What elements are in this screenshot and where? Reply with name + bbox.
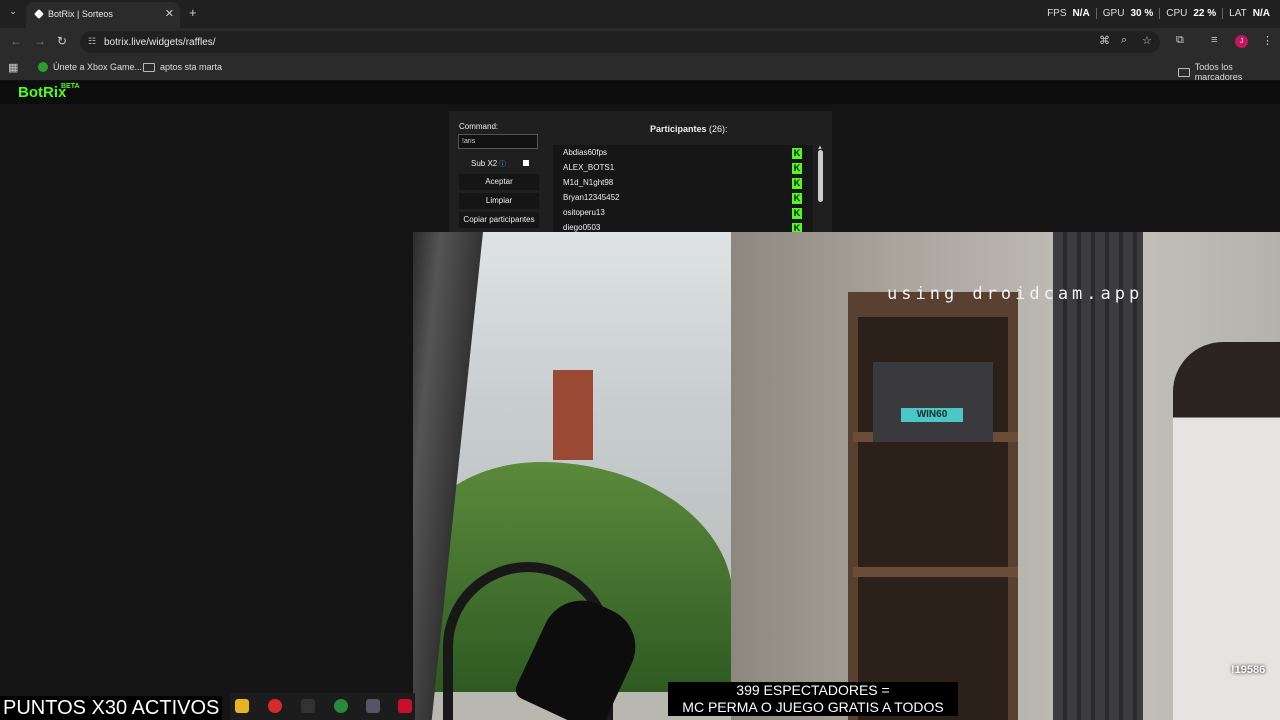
favicon-icon bbox=[34, 9, 44, 19]
zoom-icon[interactable]: ⌕ bbox=[1121, 34, 1127, 47]
close-tab-icon[interactable]: ✕ bbox=[165, 7, 174, 20]
url-text: botrix.live/widgets/raffles/ bbox=[104, 37, 216, 48]
fps-value: N/A bbox=[1072, 8, 1090, 19]
folder-icon bbox=[143, 62, 155, 72]
kick-icon: K bbox=[792, 178, 802, 189]
apps-grid-icon[interactable]: ▦ bbox=[8, 61, 18, 74]
bookmark-folder-aptos[interactable]: aptos sta marta bbox=[143, 62, 222, 72]
command-input[interactable] bbox=[458, 134, 538, 149]
tab-search-icon[interactable]: ⌄ bbox=[6, 6, 20, 20]
chrome-icon[interactable] bbox=[334, 699, 348, 713]
promo-line-1: 399 ESPECTADORES = bbox=[736, 682, 890, 698]
avatar[interactable]: J bbox=[1235, 35, 1248, 48]
building bbox=[553, 370, 593, 460]
cpu-value: 22 % bbox=[1193, 8, 1217, 19]
bookmark-xbox[interactable]: Únete a Xbox Game... bbox=[38, 62, 142, 72]
menu-icon[interactable]: ⋮ bbox=[1262, 34, 1273, 47]
list-item: Abdias60fps bbox=[563, 148, 608, 157]
sub-x2-label: Sub X2 bbox=[471, 159, 498, 168]
tab-strip: ⌄ BotRix | Sorteos ✕ + FPS N/A GPU 30 % CP… bbox=[0, 0, 1280, 28]
bookmarks-bar: ▦ Únete a Xbox Game... aptos sta marta T… bbox=[0, 56, 1280, 82]
new-tab-button[interactable]: + bbox=[189, 5, 197, 20]
back-icon[interactable]: ← bbox=[10, 34, 22, 48]
reload-icon[interactable]: ↻ bbox=[57, 34, 67, 48]
promo-banner: 399 ESPECTADORES = MC PERMA O JUEGO GRAT… bbox=[668, 682, 958, 716]
participants-list: Abdias60fps K ALEX_BOTS1 K M1d_N1ght98 K Br… bbox=[553, 145, 813, 233]
cpu-label: CPU bbox=[1166, 8, 1188, 19]
list-item: diego0503 bbox=[563, 223, 601, 232]
lat-label: LAT bbox=[1229, 8, 1247, 19]
file-explorer-icon[interactable] bbox=[235, 699, 249, 713]
extensions-icon[interactable]: ⧉ bbox=[1176, 34, 1184, 47]
gpu-value: 30 % bbox=[1130, 8, 1154, 19]
participants-title-label: Participantes bbox=[650, 124, 707, 134]
folder-icon bbox=[1178, 67, 1190, 77]
gpu-label: GPU bbox=[1102, 8, 1125, 19]
divider bbox=[1159, 8, 1161, 19]
bookmark-label: Únete a Xbox Game... bbox=[53, 62, 143, 72]
browser-toolbar: ← → ↻ ☷ botrix.live/widgets/raffles/ ⌘ ⌕… bbox=[0, 28, 1280, 56]
media-icon[interactable]: ≡ bbox=[1211, 34, 1217, 46]
participants-count: (26): bbox=[709, 124, 728, 134]
kick-icon: K bbox=[792, 193, 802, 204]
beta-badge: BETA bbox=[61, 83, 80, 90]
taskbar bbox=[230, 693, 415, 720]
xbox-icon bbox=[38, 62, 48, 72]
viewer-badge: !19586 bbox=[1231, 664, 1266, 676]
all-bookmarks[interactable]: Todos los marcadores bbox=[1178, 62, 1280, 82]
kick-icon: K bbox=[792, 148, 802, 159]
app-red-icon[interactable] bbox=[398, 699, 412, 713]
tab-botrix[interactable]: BotRix | Sorteos ✕ bbox=[26, 2, 180, 28]
kick-icon: K bbox=[792, 163, 802, 174]
command-label: Command: bbox=[459, 122, 499, 131]
divider bbox=[1095, 8, 1097, 19]
list-item: M1d_N1ght98 bbox=[563, 178, 614, 187]
translate-icon[interactable]: ⌘ bbox=[1099, 34, 1110, 47]
droidcam-watermark: using droidcam.app bbox=[887, 284, 1144, 304]
accept-button[interactable]: Aceptar bbox=[459, 174, 539, 190]
scrollbar-thumb[interactable] bbox=[818, 150, 823, 202]
app-header bbox=[0, 81, 1280, 104]
list-item: ALEX_BOTS1 bbox=[563, 163, 615, 172]
app-icon[interactable] bbox=[301, 699, 315, 713]
fps-label: FPS bbox=[1047, 8, 1067, 19]
list-item: ositoperu13 bbox=[563, 208, 605, 217]
perf-stats: FPS N/A GPU 30 % CPU 22 % LAT N/A bbox=[1047, 8, 1270, 19]
botrix-logo[interactable]: BotRix bbox=[18, 84, 66, 101]
tab-title: BotRix | Sorteos bbox=[48, 9, 113, 19]
points-banner: PUNTOS X30 ACTIVOS bbox=[0, 696, 223, 720]
webcam-feed: WIN60 using droidcam.app !19586 bbox=[413, 232, 1280, 720]
info-icon[interactable]: ⓘ bbox=[499, 159, 506, 169]
participants-title: Participantes (26): bbox=[650, 124, 728, 134]
clear-button[interactable]: Limpiar bbox=[459, 193, 539, 209]
site-info-icon[interactable]: ☷ bbox=[88, 36, 96, 47]
kick-icon: K bbox=[792, 208, 802, 219]
list-item: Bryan12345452 bbox=[563, 193, 620, 202]
all-bookmarks-label: Todos los marcadores bbox=[1194, 62, 1243, 82]
radiator bbox=[1053, 232, 1143, 720]
address-bar[interactable]: ☷ botrix.live/widgets/raffles/ bbox=[80, 31, 1160, 53]
sub-x2-checkbox[interactable] bbox=[523, 160, 529, 166]
lat-value: N/A bbox=[1252, 8, 1270, 19]
shelf-plank bbox=[853, 567, 1018, 577]
copy-participants-button[interactable]: Copiar participantes bbox=[459, 212, 539, 228]
opera-icon[interactable] bbox=[268, 699, 282, 713]
divider bbox=[1222, 8, 1224, 19]
keyboard-box: WIN60 bbox=[873, 362, 993, 442]
promo-line-2: MC PERMA O JUEGO GRATIS A TODOS bbox=[682, 699, 944, 715]
bookmark-star-icon[interactable]: ☆ bbox=[1142, 34, 1152, 47]
bookmark-label: aptos sta marta bbox=[160, 62, 223, 72]
window-icon[interactable] bbox=[366, 699, 380, 713]
forward-icon[interactable]: → bbox=[34, 34, 46, 48]
